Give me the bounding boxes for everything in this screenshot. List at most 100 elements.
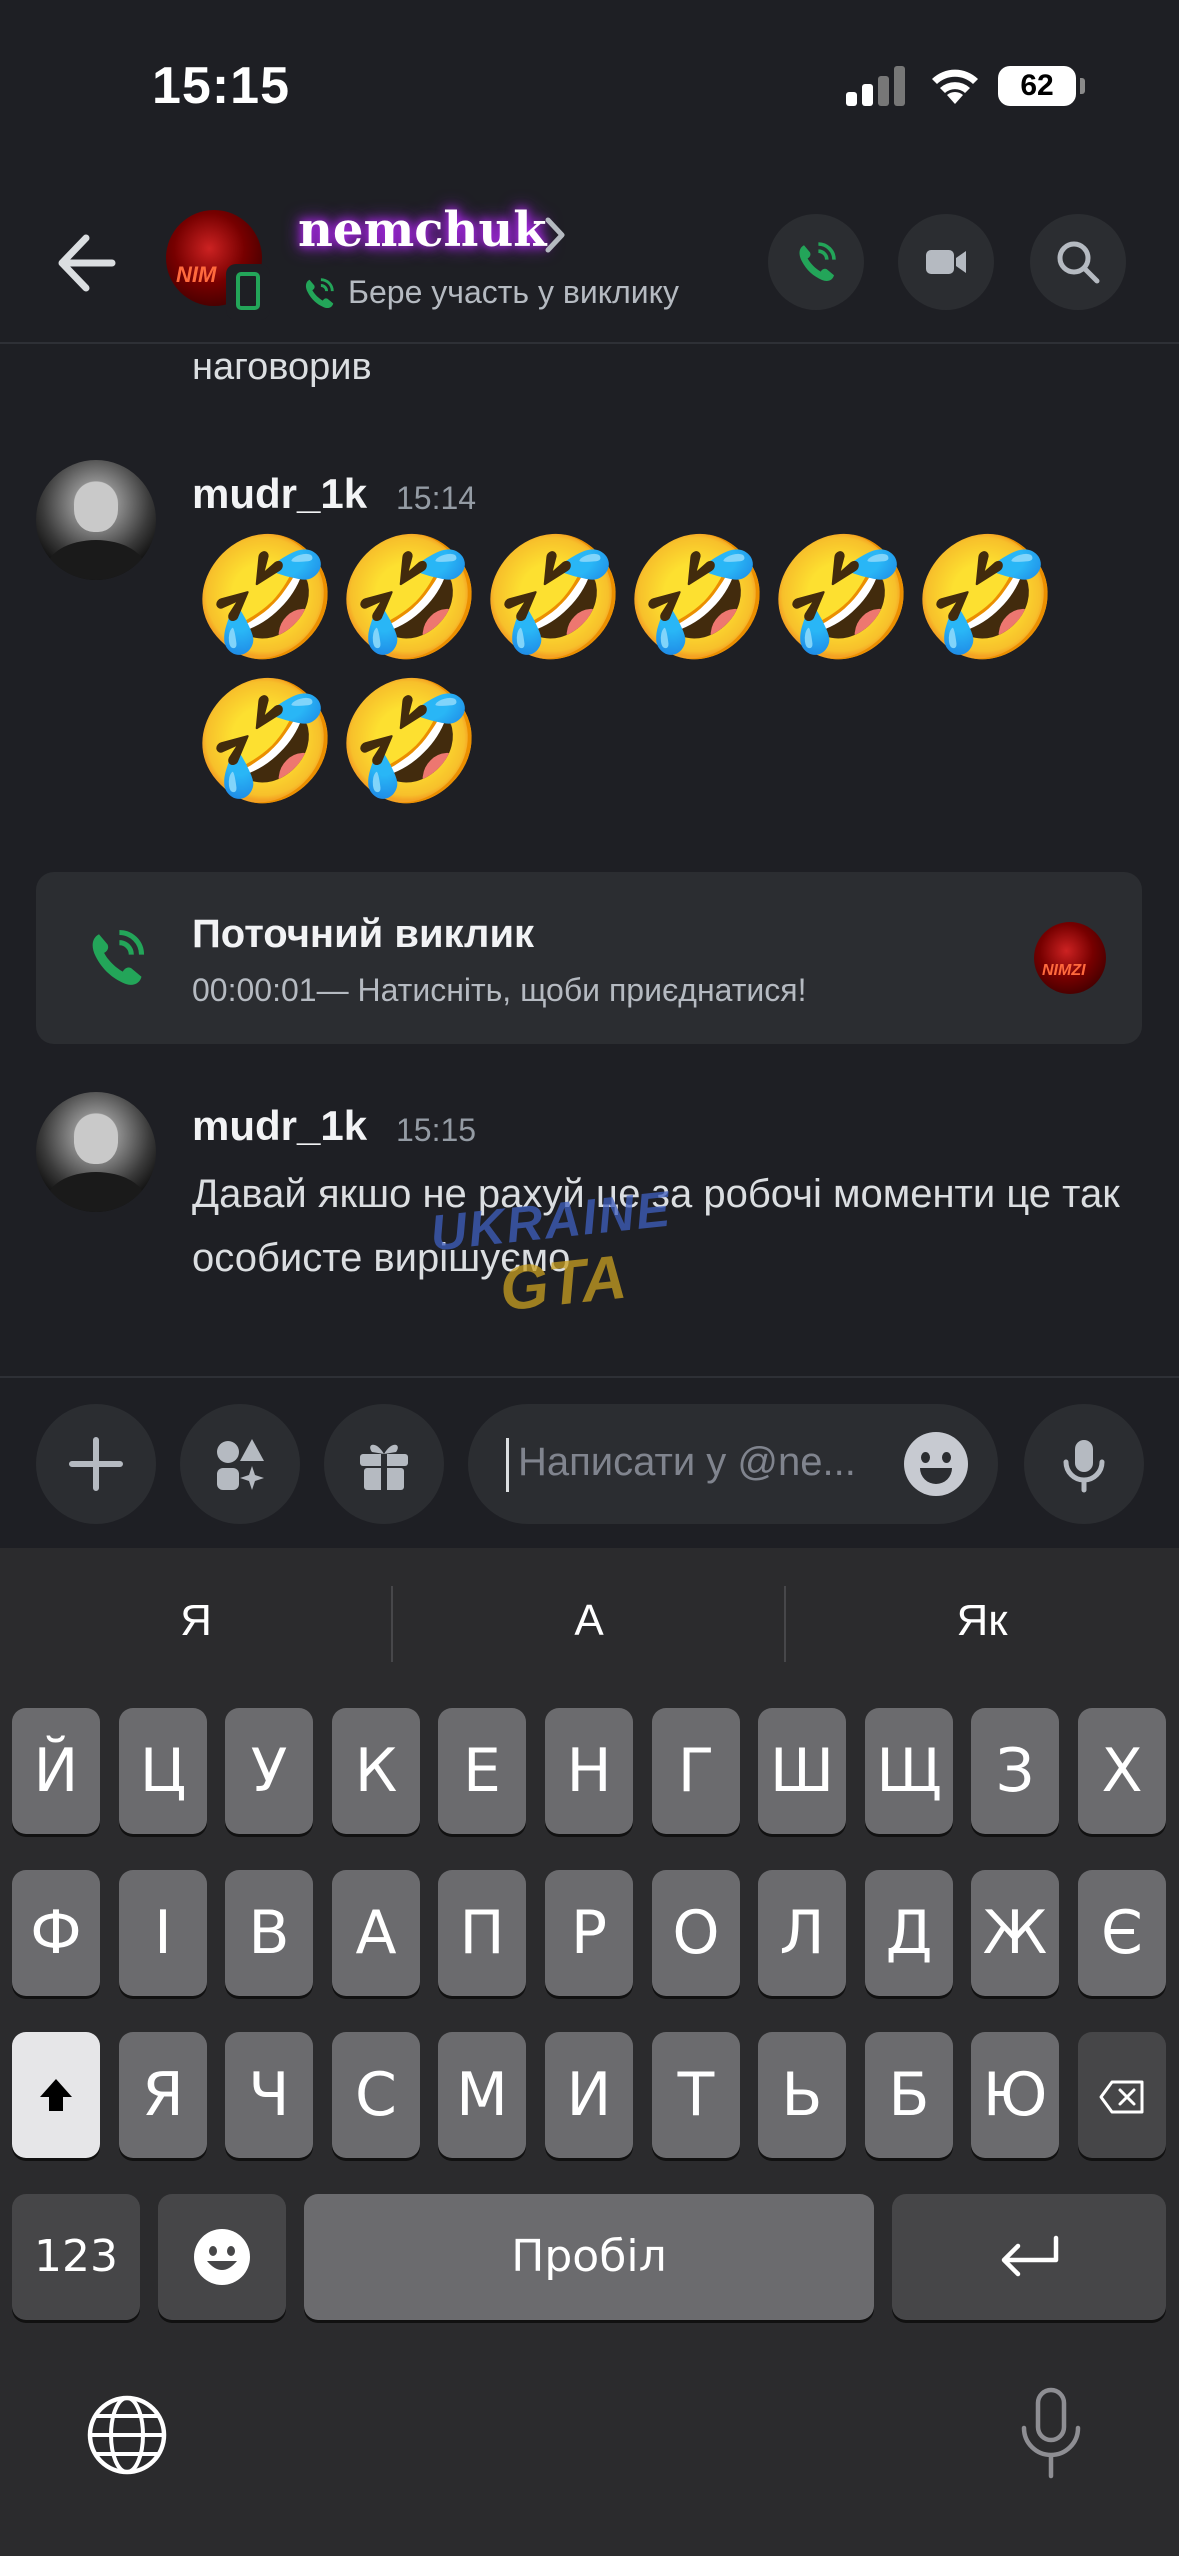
phone-call-icon: [92, 929, 145, 985]
search-icon: [1057, 241, 1100, 284]
numbers-key[interactable]: 123: [12, 2194, 140, 2320]
key-letter[interactable]: Т: [652, 2032, 740, 2158]
message-input-placeholder: Написати у @ne...: [518, 1440, 856, 1484]
key-letter[interactable]: Щ: [865, 1708, 953, 1834]
header-call-status: Бере участь у виклику: [348, 274, 679, 310]
join-call-button[interactable]: [768, 214, 864, 310]
return-arrow-icon: [1001, 2235, 1059, 2277]
key-letter[interactable]: Р: [545, 1870, 633, 1996]
key-letter[interactable]: Б: [865, 2032, 953, 2158]
key-letter[interactable]: Ю: [971, 2032, 1059, 2158]
rofl-emoji: 🤣: [624, 532, 771, 664]
backspace-icon: [1099, 2080, 1144, 2114]
emoji-keyboard-key[interactable]: [158, 2194, 286, 2320]
delete-key[interactable]: [1078, 2032, 1166, 2158]
rofl-emoji: 🤣: [336, 532, 483, 664]
rofl-emoji: 🤣: [336, 676, 483, 808]
key-letter[interactable]: К: [332, 1708, 420, 1834]
rofl-emoji: 🤣: [192, 532, 339, 664]
key-letter[interactable]: З: [971, 1708, 1059, 1834]
back-arrow-icon[interactable]: [50, 228, 120, 298]
dm-header: NIM nemchuk Бере участь у виклику: [0, 180, 1179, 344]
avatar-logo-text: NIMZI: [1042, 962, 1086, 979]
key-letter[interactable]: Г: [652, 1708, 740, 1834]
chevron-right-icon[interactable]: [540, 210, 570, 260]
suggestion-item[interactable]: А: [393, 1596, 785, 1646]
key-letter[interactable]: П: [438, 1870, 526, 1996]
message-author[interactable]: mudr_1k: [192, 470, 367, 518]
call-title: Поточний виклик: [192, 912, 535, 956]
battery-level: 62: [998, 66, 1076, 106]
key-letter[interactable]: Н: [545, 1708, 633, 1834]
gift-icon: [360, 1444, 408, 1490]
call-participant-avatar: NIMZI: [1034, 922, 1106, 994]
message-author[interactable]: mudr_1k: [192, 1102, 367, 1150]
key-letter[interactable]: І: [119, 1870, 207, 1996]
shift-key[interactable]: [12, 2032, 100, 2158]
space-key[interactable]: Пробіл: [304, 2194, 874, 2320]
rofl-emoji: 🤣: [480, 532, 627, 664]
key-letter[interactable]: Е: [438, 1708, 526, 1834]
emoji-picker-icon[interactable]: [904, 1432, 968, 1496]
search-button[interactable]: [1030, 214, 1126, 310]
rofl-emoji: 🤣: [768, 532, 915, 664]
predictive-suggestions: Я А Як: [0, 1548, 1179, 1700]
key-letter[interactable]: В: [225, 1870, 313, 1996]
wifi-icon: [932, 69, 978, 104]
battery-tip: [1080, 78, 1085, 94]
avatar-logo-text: NIM: [176, 262, 217, 287]
key-letter[interactable]: Ш: [758, 1708, 846, 1834]
message-input[interactable]: Написати у @ne...: [468, 1404, 998, 1524]
return-key[interactable]: [892, 2194, 1166, 2320]
message-composer: Написати у @ne...: [0, 1376, 1179, 1546]
apps-shapes-icon: [217, 1439, 264, 1490]
add-attachment-button[interactable]: [36, 1404, 156, 1524]
status-time: 15:15: [152, 57, 290, 115]
video-call-button[interactable]: [898, 214, 994, 310]
cellular-signal-icon: [846, 66, 906, 106]
emoji-face-icon: [194, 2229, 250, 2285]
gift-button[interactable]: [324, 1404, 444, 1524]
shift-arrow-icon: [40, 2079, 72, 2111]
in-call-phone-icon: [305, 278, 334, 308]
plus-icon: [69, 1437, 123, 1491]
user-avatar[interactable]: [36, 1092, 156, 1212]
header-username[interactable]: nemchuk: [298, 202, 547, 258]
dictation-microphone-icon[interactable]: [1016, 2386, 1086, 2482]
user-avatar[interactable]: [36, 460, 156, 580]
suggestion-item[interactable]: Я: [0, 1596, 392, 1646]
text-caret: [506, 1438, 509, 1492]
mobile-status-icon: [226, 264, 270, 320]
key-letter[interactable]: Л: [758, 1870, 846, 1996]
message-timestamp: 15:14: [396, 480, 477, 516]
voice-message-button[interactable]: [1024, 1404, 1144, 1524]
phone-call-icon: [799, 242, 836, 281]
key-letter[interactable]: А: [332, 1870, 420, 1996]
key-letter[interactable]: Ь: [758, 2032, 846, 2158]
key-letter[interactable]: Є: [1078, 1870, 1166, 1996]
key-letter[interactable]: У: [225, 1708, 313, 1834]
microphone-icon: [1063, 1440, 1105, 1493]
key-letter[interactable]: Ч: [225, 2032, 313, 2158]
suggestion-item[interactable]: Як: [786, 1596, 1178, 1646]
key-letter[interactable]: Я: [119, 2032, 207, 2158]
key-letter[interactable]: М: [438, 2032, 526, 2158]
apps-button[interactable]: [180, 1404, 300, 1524]
ongoing-call-card[interactable]: Поточний виклик 00:00:01— Натисніть, щоб…: [36, 872, 1142, 1044]
continued-message-text: наговорив: [192, 346, 372, 388]
key-letter[interactable]: Х: [1078, 1708, 1166, 1834]
key-letter[interactable]: Й: [12, 1708, 100, 1834]
key-letter[interactable]: Д: [865, 1870, 953, 1996]
key-letter[interactable]: С: [332, 2032, 420, 2158]
key-letter[interactable]: О: [652, 1870, 740, 1996]
call-subtitle: 00:00:01— Натисніть, щоби приєднатися!: [192, 972, 807, 1008]
rofl-emoji: 🤣: [192, 676, 339, 808]
key-letter[interactable]: Ж: [971, 1870, 1059, 1996]
globe-icon[interactable]: [86, 2394, 168, 2476]
key-letter[interactable]: И: [545, 2032, 633, 2158]
rofl-emoji: 🤣: [912, 532, 1059, 664]
message-timestamp: 15:15: [396, 1112, 477, 1148]
status-bar: 15:15 62: [0, 0, 1179, 180]
key-letter[interactable]: Ц: [119, 1708, 207, 1834]
key-letter[interactable]: Ф: [12, 1870, 100, 1996]
